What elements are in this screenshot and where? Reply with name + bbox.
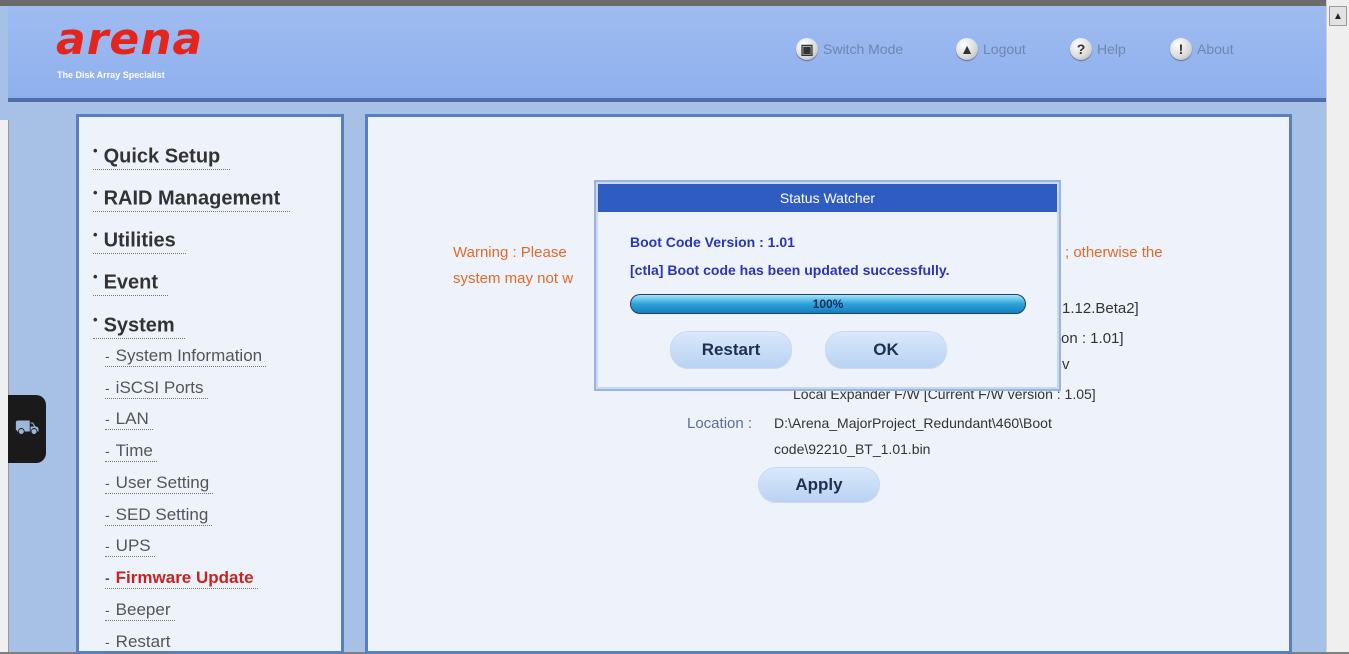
sidebar-item-label: User Setting	[115, 473, 210, 492]
switch-mode-link[interactable]: ▣ Switch Mode	[796, 36, 903, 62]
version-boot-text: on : 1.01]	[1061, 330, 1124, 347]
dialog-title: Status Watcher	[598, 184, 1057, 212]
sidebar-item-label: UPS	[115, 536, 151, 555]
sidebar-item-time[interactable]: - Time	[105, 441, 157, 462]
left-edge-panel	[0, 120, 9, 652]
sidebar-item-label: Restart	[115, 632, 171, 651]
sidebar-item-label: SED Setting	[115, 505, 209, 524]
about-icon: !	[1170, 38, 1192, 60]
bullet-icon: •	[93, 143, 98, 158]
help-link[interactable]: ? Help	[1070, 36, 1126, 62]
bullet-icon: •	[93, 227, 98, 242]
scroll-up-arrow-icon[interactable]: ▲	[1329, 6, 1347, 26]
warning-text-right: ; otherwise the	[1065, 244, 1163, 261]
sidebar-nav: • Quick Setup • RAID Management • Utilities…	[76, 114, 344, 654]
sidebar-item-label: LAN	[115, 409, 149, 428]
nav-event-label: Event	[103, 271, 159, 294]
dash-marker: -	[105, 507, 110, 523]
sidebar-item-iscsi-ports[interactable]: - iSCSI Ports	[105, 378, 208, 399]
restart-button[interactable]: Restart	[670, 331, 792, 369]
location-label: Location :	[687, 415, 753, 432]
dash-marker: -	[105, 411, 110, 427]
dash-marker: -	[105, 475, 110, 491]
sidebar-item-lan[interactable]: - LAN	[105, 409, 153, 430]
side-tool-tab[interactable]: ⛟	[8, 395, 46, 463]
status-watcher-dialog: Status Watcher Boot Code Version : 1.01 …	[594, 180, 1061, 391]
sidebar-item-system-information[interactable]: - System Information	[105, 346, 267, 367]
dash-marker: -	[105, 602, 110, 618]
nav-utilities[interactable]: • Utilities	[93, 227, 186, 254]
bullet-icon: •	[93, 312, 98, 327]
help-label: Help	[1097, 41, 1126, 57]
about-link[interactable]: ! About	[1170, 36, 1234, 62]
sidebar-item-label: Beeper	[115, 600, 171, 619]
nav-quick-setup[interactable]: • Quick Setup	[93, 143, 231, 170]
progress-percent-label: 100%	[812, 297, 844, 311]
network-tool-icon: ⛟	[14, 416, 40, 439]
about-label: About	[1197, 41, 1234, 57]
warning-text-line2: system may not w	[453, 270, 574, 287]
dash-marker: -	[105, 538, 110, 554]
sidebar-item-sed-setting[interactable]: - SED Setting	[105, 505, 213, 526]
nav-raid-management-label: RAID Management	[103, 187, 281, 210]
dash-marker: -	[105, 380, 110, 396]
apply-button[interactable]: Apply	[758, 467, 880, 503]
boot-code-version-text: Boot Code Version : 1.01	[630, 234, 795, 250]
dash-marker: -	[105, 634, 110, 650]
header-bar	[8, 6, 1326, 98]
bullet-icon: •	[93, 269, 98, 284]
logout-icon: ▲	[956, 38, 978, 60]
update-progress-bar: 100%	[630, 294, 1026, 314]
dash-marker: -	[105, 570, 110, 586]
sidebar-item-firmware-update[interactable]: - Firmware Update	[105, 568, 258, 589]
nav-system-label: System	[103, 314, 175, 337]
dash-marker: -	[105, 443, 110, 459]
version-beta-text: 1.12.Beta2]	[1062, 300, 1139, 317]
sidebar-item-user-setting[interactable]: - User Setting	[105, 473, 214, 494]
sidebar-item-label: System Information	[115, 346, 263, 365]
page-background: arena The Disk Array Specialist ▣ Switch…	[0, 0, 1326, 654]
help-icon: ?	[1070, 38, 1092, 60]
sidebar-item-label: Firmware Update	[115, 568, 254, 587]
location-path-line1: D:\Arena_MajorProject_Redundant\460\Boot	[774, 415, 1052, 431]
sidebar-item-beeper[interactable]: - Beeper	[105, 600, 175, 621]
partial-text: v	[1062, 356, 1070, 373]
nav-event[interactable]: • Event	[93, 269, 169, 296]
logo-tagline: The Disk Array Specialist	[57, 70, 165, 80]
dash-marker: -	[105, 348, 110, 364]
warning-text-left: Warning : Please	[453, 244, 567, 261]
logout-link[interactable]: ▲ Logout	[956, 36, 1026, 62]
update-success-message: [ctla] Boot code has been updated succes…	[630, 262, 950, 278]
header-divider	[8, 98, 1326, 102]
sidebar-item-ups[interactable]: - UPS	[105, 536, 155, 557]
arena-logo[interactable]: arena	[56, 18, 203, 62]
sidebar-item-label: iSCSI Ports	[115, 378, 204, 397]
sidebar-item-restart[interactable]: - Restart	[105, 632, 175, 653]
ok-button[interactable]: OK	[825, 331, 947, 369]
nav-utilities-label: Utilities	[103, 229, 176, 252]
switch-mode-label: Switch Mode	[823, 41, 904, 57]
logout-label: Logout	[983, 41, 1026, 57]
switch-mode-icon: ▣	[796, 38, 818, 60]
vertical-scrollbar[interactable]: ▲	[1326, 0, 1349, 652]
nav-raid-management[interactable]: • RAID Management	[93, 185, 291, 212]
nav-system[interactable]: • System	[93, 312, 185, 339]
location-path-line2: code\92210_BT_1.01.bin	[774, 441, 931, 457]
sidebar-item-label: Time	[115, 441, 153, 460]
nav-quick-setup-label: Quick Setup	[103, 145, 221, 168]
bullet-icon: •	[93, 185, 98, 200]
